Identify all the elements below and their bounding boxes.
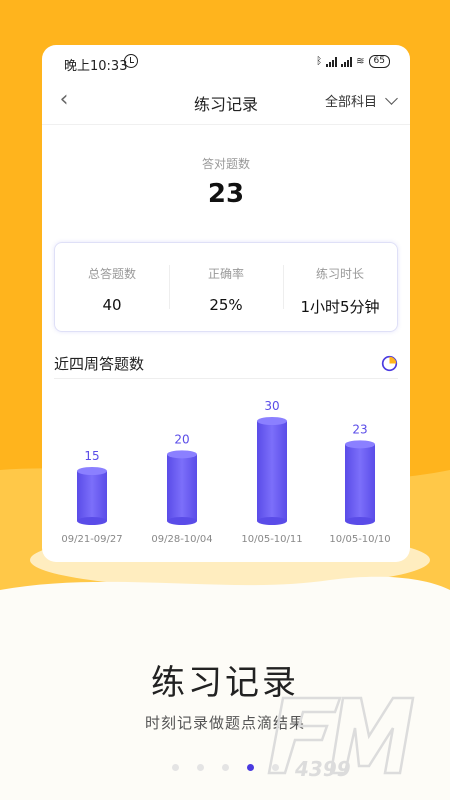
- chart-data-label: 20: [174, 432, 189, 446]
- chart-data-label: 15: [84, 449, 99, 463]
- phone-screen-card: 晚上10:33 ᛒ ≋ 65 ‹ 练习记录 全部科目 答对题数 23 总答题数 …: [42, 45, 410, 562]
- chart-bar-cap: [77, 467, 107, 475]
- chart-bar-base: [167, 517, 197, 525]
- chart-bar: [257, 421, 287, 521]
- chart-bar: [77, 471, 107, 521]
- chart-bar-cap: [167, 450, 197, 459]
- chart-bar: [167, 454, 197, 521]
- chart-x-tick-label: 10/05-10/11: [241, 534, 302, 545]
- page-dot[interactable]: [196, 764, 204, 771]
- chart-bar-base: [345, 517, 375, 525]
- weekly-bar-chart: 15 09/21-09/27 20 09/28-10/04 30 10/05-10/11 2…: [61, 399, 390, 545]
- chart-bar: [345, 444, 375, 521]
- page-dot[interactable]: [171, 764, 179, 771]
- chart-data-label: 30: [264, 399, 279, 413]
- page-dot[interactable]: [221, 764, 229, 771]
- chart-bar-base: [77, 517, 107, 525]
- watermark-text: 4399: [294, 757, 351, 781]
- chart-bar-base: [257, 517, 287, 525]
- page-dot[interactable]: [246, 764, 254, 771]
- chart-x-tick-label: 09/21-09/27: [61, 534, 122, 545]
- chart-bar-cap: [345, 440, 375, 449]
- chart-data-label: 23: [352, 422, 367, 436]
- chart-bar-cap: [257, 417, 287, 425]
- chart-x-tick-label: 10/05-10/10: [329, 534, 390, 545]
- watermark-logo: 4399: [267, 696, 415, 781]
- chart-x-tick-label: 09/28-10/04: [151, 534, 212, 545]
